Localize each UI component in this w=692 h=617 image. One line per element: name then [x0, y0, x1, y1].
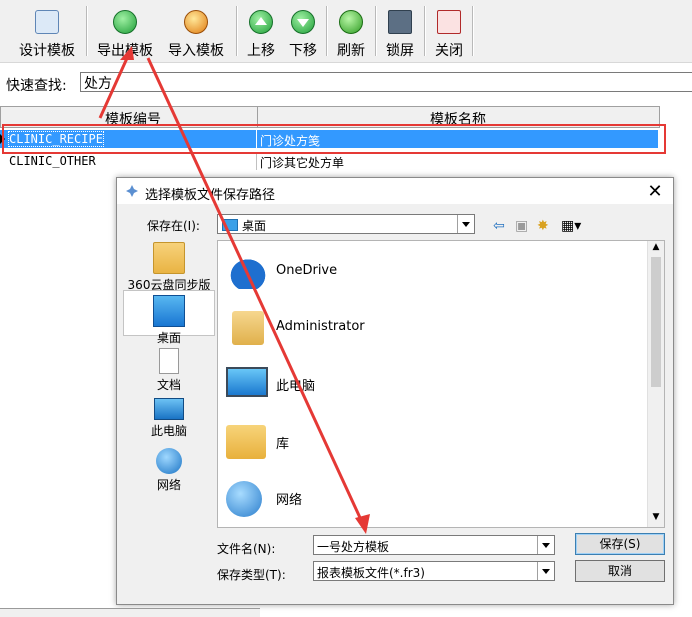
annotation-arrows [98, 46, 370, 534]
annotation-arrow-line [98, 55, 130, 119]
annotation-arrow-line [146, 57, 364, 523]
annotation-arrowhead [120, 46, 134, 60]
annotation-arrowhead [355, 514, 370, 534]
